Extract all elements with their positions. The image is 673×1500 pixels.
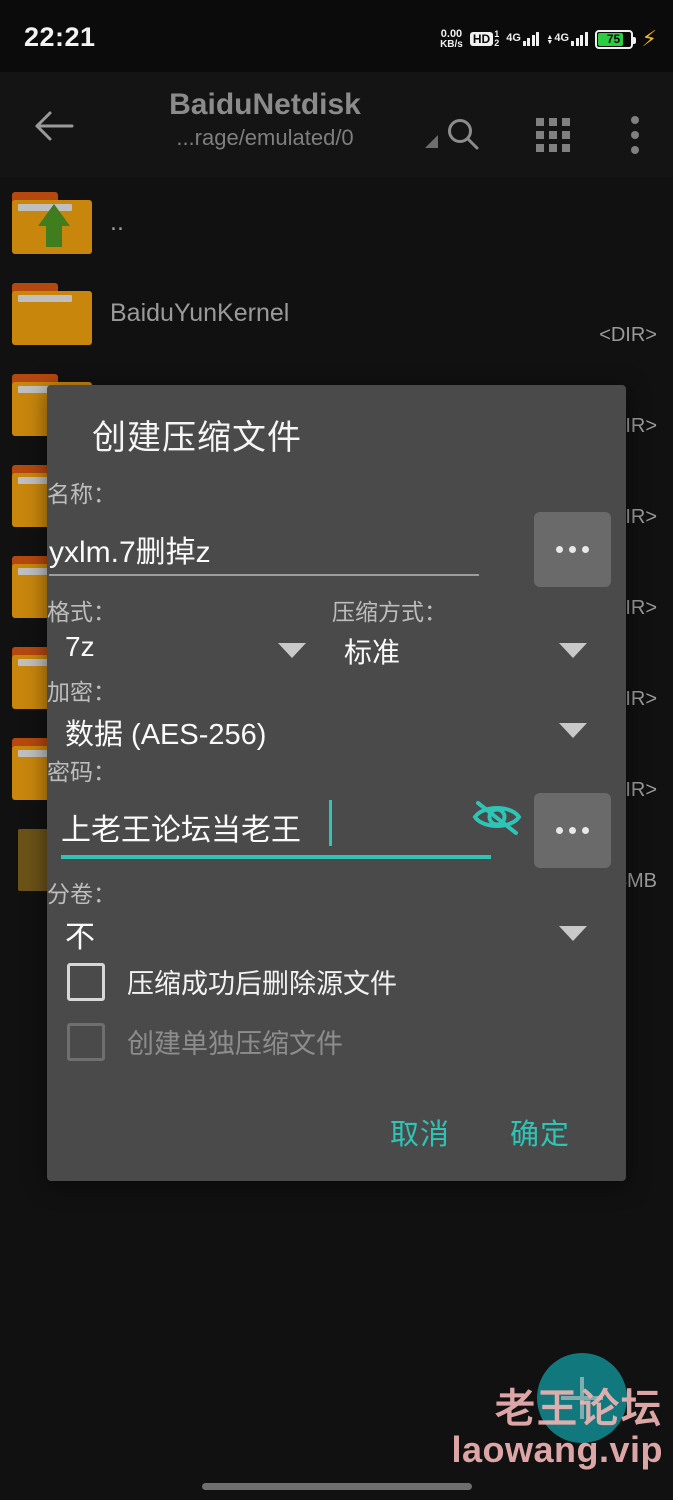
charging-bolt-icon: ⚡ <box>641 26 658 51</box>
plus-icon <box>561 1377 603 1419</box>
search-icon <box>448 119 479 150</box>
eye-off-icon <box>472 801 522 835</box>
system-nav-bar <box>0 1468 673 1500</box>
sim2-signal-bars <box>571 32 588 46</box>
encryption-dropdown-arrow-icon[interactable] <box>559 723 587 738</box>
method-dropdown-arrow-icon[interactable] <box>559 643 587 658</box>
checkbox-separate-archives-label: 创建单独压缩文件 <box>127 1029 343 1059</box>
file-name-label: .. <box>110 208 124 236</box>
format-dropdown-arrow-icon[interactable] <box>278 643 306 658</box>
battery-icon: 75 <box>594 29 636 49</box>
checkbox-delete-source-row[interactable]: 压缩成功后删除源文件 <box>67 962 397 1001</box>
checkbox-separate-archives-box <box>67 1022 105 1061</box>
status-clock: 22:21 <box>24 22 96 52</box>
method-field-label: 压缩方式： <box>332 599 447 625</box>
data-transfer-arrows-icon: ▲ ▼ <box>546 33 554 47</box>
network-speed-value: 0.00 <box>440 27 463 40</box>
volume-field-value[interactable]: 不 <box>65 912 95 956</box>
format-field-label: 格式： <box>47 599 116 625</box>
name-field-underline <box>49 574 479 576</box>
file-meta-label: <DIR> <box>599 324 657 346</box>
format-field-value[interactable]: 7z <box>65 631 95 663</box>
hd-badge-label: HD <box>469 32 494 46</box>
status-bar: 22:21 0.00 KB/s HD 1 2 4G ▲ ▼ 4G 75 ⚡ <box>0 0 673 72</box>
dialog-title: 创建压缩文件 <box>92 419 302 457</box>
path-expand-triangle-icon[interactable] <box>425 135 438 149</box>
cancel-button[interactable]: 取消 <box>390 1111 450 1153</box>
volume-field-label: 分卷： <box>47 881 116 907</box>
signal-sim1-icon: 4G <box>506 32 540 46</box>
phone-screen: 22:21 0.00 KB/s HD 1 2 4G ▲ ▼ 4G 75 ⚡ Ba… <box>0 0 673 1500</box>
search-button[interactable] <box>440 112 486 158</box>
home-gesture-pill[interactable] <box>201 1483 472 1490</box>
sim1-signal-bars <box>522 32 540 46</box>
password-visibility-toggle[interactable] <box>470 795 524 839</box>
sim1-network-label: 4G <box>506 32 521 44</box>
add-fab-button[interactable] <box>537 1353 627 1443</box>
file-name-label: BaiduYunKernel <box>110 299 290 327</box>
encryption-field-label: 加密： <box>47 679 116 705</box>
method-field-value[interactable]: 标准 <box>344 631 400 671</box>
app-bar: BaiduNetdisk ...rage/emulated/0 <box>0 72 673 177</box>
create-archive-dialog: 创建压缩文件 名称： yxlm.7删掉z 格式： 7z 压缩方式： 标准 加密：… <box>47 385 626 1181</box>
confirm-button[interactable]: 确定 <box>510 1111 570 1153</box>
name-browse-button[interactable] <box>534 512 611 587</box>
name-field-label: 名称： <box>47 481 116 507</box>
checkbox-delete-source-label: 压缩成功后删除源文件 <box>127 969 397 999</box>
folder-icon <box>12 282 92 345</box>
grid-view-icon <box>536 118 570 152</box>
list-item[interactable]: BaiduYunKernel <DIR> <box>0 268 673 359</box>
overflow-menu-icon <box>631 116 639 154</box>
hd-sim-numbers: 1 2 <box>494 29 500 49</box>
password-browse-button[interactable] <box>534 793 611 868</box>
sim2-network-label: 4G <box>554 32 570 44</box>
volume-dropdown-arrow-icon[interactable] <box>559 926 587 941</box>
signal-sim2-icon: ▲ ▼ 4G <box>546 32 588 47</box>
network-speed-unit: KB/s <box>440 38 463 50</box>
grid-view-button[interactable] <box>530 112 576 158</box>
name-field-value[interactable]: yxlm.7删掉z <box>49 527 211 571</box>
battery-percent-label: 75 <box>606 32 621 46</box>
hd-volte-icon: HD 1 2 <box>469 29 500 49</box>
overflow-menu-button[interactable] <box>612 112 658 158</box>
folder-up-icon <box>12 191 92 254</box>
password-field-label: 密码： <box>47 759 116 785</box>
back-button[interactable] <box>30 106 78 146</box>
arrow-left-icon <box>35 111 74 141</box>
encryption-field-value[interactable]: 数据 (AES-256) <box>65 711 266 753</box>
page-title: BaiduNetdisk <box>169 88 361 121</box>
checkbox-separate-archives-row: 创建单独压缩文件 <box>67 1022 343 1061</box>
path-breadcrumb: ...rage/emulated/0 <box>176 124 354 150</box>
status-icon-tray: 0.00 KB/s HD 1 2 4G ▲ ▼ 4G 75 ⚡ <box>440 24 658 54</box>
checkbox-delete-source-box[interactable] <box>67 962 105 1001</box>
password-field-value[interactable]: 上老王论坛当老王 <box>61 805 301 849</box>
password-text-caret <box>329 800 332 846</box>
title-block[interactable]: BaiduNetdisk ...rage/emulated/0 <box>110 86 438 152</box>
network-speed-indicator: 0.00 KB/s <box>440 27 463 50</box>
hd-sim-sub: 2 <box>494 38 500 48</box>
password-field-underline <box>61 855 491 859</box>
list-item[interactable]: .. <box>0 177 673 268</box>
